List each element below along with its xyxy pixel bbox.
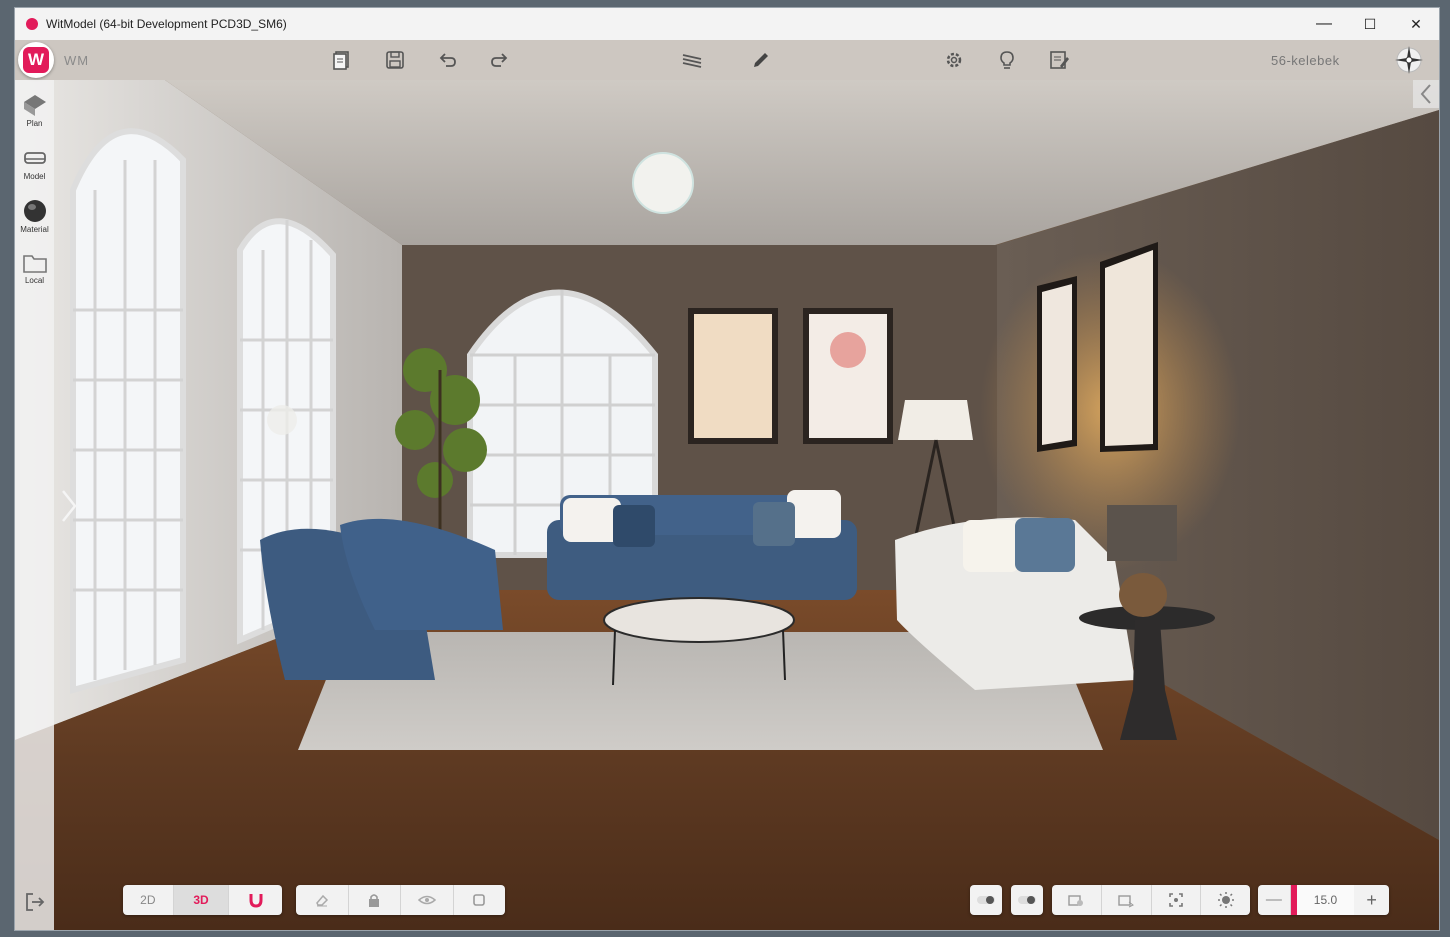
project-name: 56-kelebek	[1271, 53, 1340, 68]
room-render	[15, 80, 1439, 930]
folder-icon	[22, 255, 47, 273]
camera-settings-icon	[1068, 895, 1084, 906]
sidebar-item-local[interactable]: Local	[15, 247, 54, 297]
sidebar-item-material[interactable]: Material	[15, 194, 54, 244]
eraser-icon	[315, 894, 328, 907]
title-bar: WitModel (64-bit Development PCD3D_SM6) …	[15, 8, 1439, 40]
pencil-icon[interactable]	[750, 49, 772, 71]
view-mode-group: 2D 3D	[123, 885, 282, 915]
sphere-icon	[23, 200, 46, 222]
square-button[interactable]	[454, 885, 506, 915]
focus-button[interactable]	[1152, 885, 1202, 915]
sidebar-item-plan[interactable]: Plan	[15, 88, 54, 138]
chevron-right-icon[interactable]	[59, 488, 79, 524]
toggle-icon	[1018, 896, 1036, 904]
app-icon	[26, 18, 38, 30]
sidebar-item-label: Plan	[26, 119, 43, 128]
sidebar-item-label: Local	[24, 276, 45, 285]
view-3d-button[interactable]: 3D	[173, 885, 230, 915]
minimize-button[interactable]: —	[1301, 8, 1347, 40]
sofa-icon	[23, 152, 46, 164]
redo-icon[interactable]	[489, 49, 511, 71]
close-button[interactable]: ✕	[1393, 8, 1439, 40]
square-icon	[473, 894, 486, 906]
chevron-left-icon	[1420, 84, 1431, 104]
sidebar-item-model[interactable]: Model	[15, 141, 54, 191]
camera-settings-button[interactable]	[1052, 885, 1102, 915]
lightbulb-icon[interactable]	[996, 49, 1018, 71]
sidebar: Plan Model Material Local	[15, 80, 54, 930]
toggle-a-group	[970, 885, 1002, 915]
save-icon[interactable]	[384, 49, 406, 71]
report-icon[interactable]	[1048, 49, 1070, 71]
eye-icon	[417, 895, 436, 905]
zoom-value-input[interactable]: 15.0	[1296, 885, 1355, 915]
toggle-b-button[interactable]	[1011, 885, 1043, 915]
lock-button[interactable]	[349, 885, 401, 915]
sun-button[interactable]	[1201, 885, 1250, 915]
layers-icon[interactable]	[681, 49, 703, 71]
sidebar-item-label: Material	[20, 225, 49, 234]
sun-icon	[1217, 892, 1234, 908]
compass-icon[interactable]	[1394, 45, 1424, 75]
camera-tools-group	[1052, 885, 1250, 915]
zoom-in-button[interactable]: +	[1354, 885, 1389, 915]
magnet-icon	[249, 894, 263, 908]
3d-viewport[interactable]: W WM 56-kelebek Plan Model Material Loca…	[15, 40, 1439, 930]
plan-icon	[23, 95, 46, 116]
app-logo[interactable]: W	[18, 42, 54, 78]
toggle-a-button[interactable]	[970, 885, 1002, 915]
camera-move-button[interactable]	[1102, 885, 1152, 915]
top-toolbar: W WM 56-kelebek	[15, 40, 1439, 80]
lock-icon	[369, 894, 380, 907]
visibility-button[interactable]	[401, 885, 454, 915]
focus-icon	[1169, 893, 1183, 907]
toggle-icon	[977, 896, 995, 904]
right-panel-toggle[interactable]	[1413, 80, 1439, 108]
exit-icon[interactable]	[24, 891, 46, 913]
app-short-name: WM	[64, 53, 90, 68]
undo-icon[interactable]	[436, 49, 458, 71]
view-2d-button[interactable]: 2D	[123, 885, 174, 915]
eraser-button[interactable]	[296, 885, 349, 915]
object-tools-group	[296, 885, 505, 915]
maximize-button[interactable]: ☐	[1347, 8, 1393, 40]
toggle-b-group	[1011, 885, 1043, 915]
zoom-control: — 15.0 +	[1258, 885, 1389, 915]
logo-letter: W	[23, 47, 49, 73]
snap-button[interactable]	[229, 885, 282, 915]
camera-move-icon	[1118, 895, 1135, 908]
window-title: WitModel (64-bit Development PCD3D_SM6)	[46, 17, 287, 31]
sidebar-item-label: Model	[23, 172, 46, 181]
app-window: WitModel (64-bit Development PCD3D_SM6) …	[15, 8, 1439, 930]
zoom-out-button[interactable]: —	[1258, 885, 1291, 915]
pages-icon[interactable]	[331, 49, 353, 71]
settings-icon[interactable]	[943, 49, 965, 71]
